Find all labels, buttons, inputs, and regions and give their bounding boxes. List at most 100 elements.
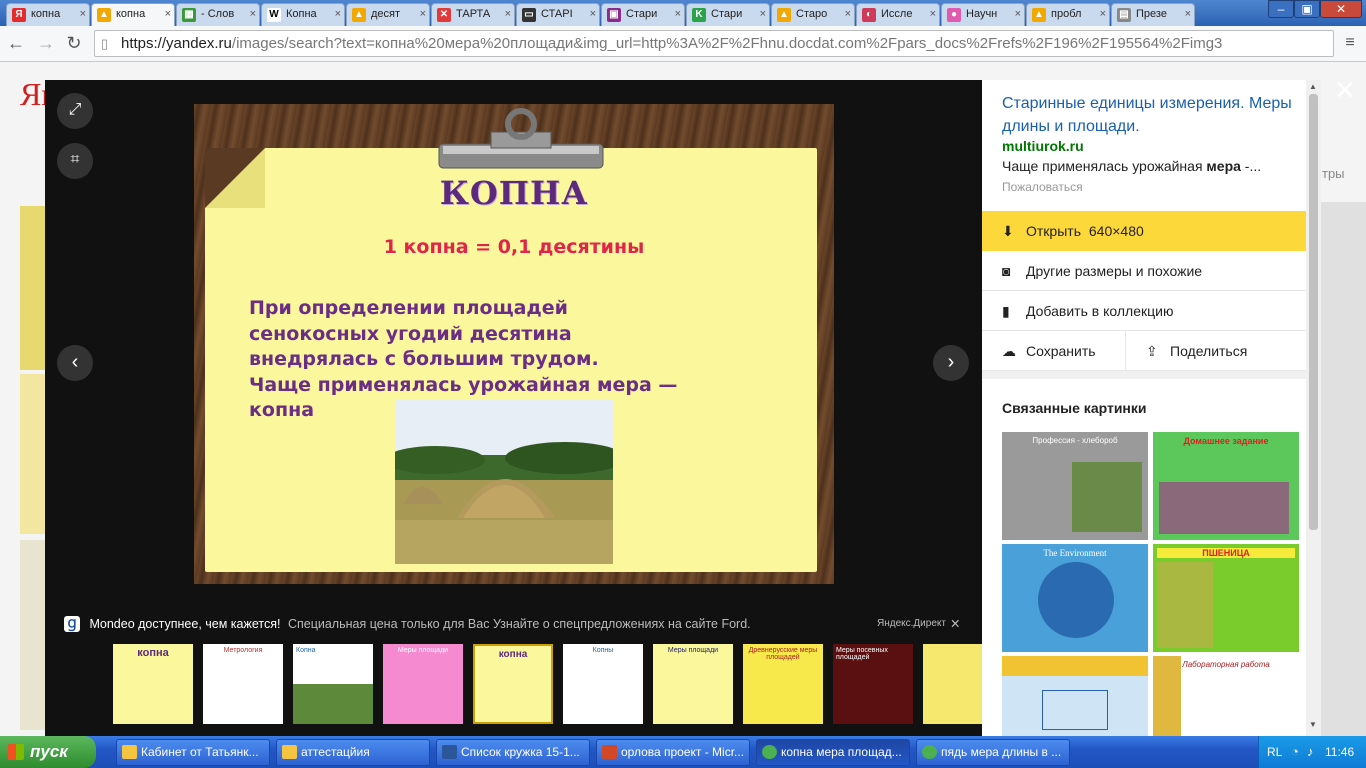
taskbar-item[interactable]: пядь мера длины в ... — [916, 739, 1070, 766]
thumbnail[interactable]: Копны — [563, 644, 643, 724]
browser-tab[interactable]: ▲ пробл × — [1026, 3, 1110, 26]
related-image[interactable]: Профессия - хлебороб — [1002, 432, 1148, 540]
clock[interactable]: 11:46 — [1325, 745, 1354, 759]
tab-close-icon[interactable]: × — [590, 4, 596, 25]
taskbar-item[interactable]: орлова проект - Micr... — [596, 739, 750, 766]
other-sizes-button[interactable]: ◙ Другие размеры и похожие — [982, 251, 1306, 291]
browser-tab-bar: Якопна × ▲ копна × ▦ - Слов × W Копна × ▲ десят × ✕ ТАР… — [0, 0, 1366, 26]
tab-close-icon[interactable]: × — [335, 4, 341, 25]
browser-tab[interactable]: ▲ десят × — [346, 3, 430, 26]
related-image[interactable]: ПШЕНИЦА — [1153, 544, 1299, 652]
tab-close-icon[interactable]: × — [675, 4, 681, 25]
windows-taskbar: пуск Кабинет от Татьянк... аттестацйия С… — [0, 736, 1366, 768]
tab-close-icon[interactable]: × — [505, 4, 511, 25]
taskbar-item-active[interactable]: копна мера площад... — [756, 739, 910, 766]
ad-source[interactable]: Яндекс.Директ — [877, 618, 946, 629]
browser-tab[interactable]: ▲ копна × — [91, 3, 175, 26]
taskbar-item[interactable]: Кабинет от Татьянк... — [116, 739, 270, 766]
taskbar-item[interactable]: Список кружка 15-1... — [436, 739, 590, 766]
language-indicator[interactable]: RL — [1267, 745, 1282, 759]
maximize-button[interactable]: ▣ — [1294, 0, 1320, 18]
thumbnail-selected[interactable]: копна — [473, 644, 553, 724]
next-arrow-icon[interactable]: › — [933, 345, 969, 381]
source-title-link[interactable]: Старинные единицы измерения. Меры длины … — [1002, 92, 1294, 138]
tab-close-icon[interactable]: × — [80, 4, 86, 25]
close-viewer-icon[interactable]: ✕ — [1330, 76, 1360, 106]
related-image[interactable]: Домашнее задание — [1153, 432, 1299, 540]
reload-icon[interactable]: ↻ — [62, 31, 86, 55]
slide-body-line: При определении площадей — [249, 297, 568, 319]
slide-body-line: внедрялась с большим трудом. — [249, 348, 599, 370]
tab-close-icon[interactable]: × — [930, 4, 936, 25]
fullscreen-icon[interactable]: ⤢ — [57, 93, 93, 129]
panel-scrollbar[interactable]: ▲ ▼ — [1306, 80, 1321, 736]
tab-favicon-icon: ▭ — [522, 8, 536, 22]
browser-tab[interactable]: Якопна × — [6, 3, 90, 26]
scroll-thumb[interactable] — [1309, 94, 1318, 530]
browser-tab[interactable]: ▭ СТАРІ × — [516, 3, 600, 26]
thumbnail[interactable]: Меры посевных площадей — [833, 644, 913, 724]
close-window-button[interactable]: ✕ — [1320, 0, 1362, 18]
tab-close-icon[interactable]: × — [420, 4, 426, 25]
browser-tab[interactable]: ▤ Презе × — [1111, 3, 1195, 26]
tab-favicon-icon: Я — [12, 8, 26, 22]
crop-icon[interactable]: ⌗ — [57, 143, 93, 179]
tab-label: Иссле — [881, 8, 913, 20]
taskbar-item[interactable]: аттестацйия — [276, 739, 430, 766]
ad-close-icon[interactable]: ✕ — [950, 616, 960, 631]
tab-label: копна — [116, 8, 146, 20]
related-image[interactable]: Лабораторная работа — [1153, 656, 1299, 736]
scroll-up-icon[interactable]: ▲ — [1309, 82, 1317, 91]
forward-arrow-icon[interactable]: → — [34, 31, 58, 55]
tab-close-icon[interactable]: × — [165, 4, 171, 25]
bg-right-strip — [1321, 202, 1366, 736]
share-button[interactable]: ⇪ Поделиться — [1126, 331, 1306, 371]
back-arrow-icon[interactable]: ← — [4, 31, 28, 55]
slide-title: КОПНА — [439, 174, 589, 212]
save-button[interactable]: ☁ Сохранить — [982, 331, 1126, 371]
open-button[interactable]: ⬇ Открыть 640×480 — [982, 211, 1306, 251]
url-input[interactable]: ▯ https://yandex.ru/images/search?text=к… — [94, 30, 1334, 57]
add-collection-button[interactable]: ▮ Добавить в коллекцию — [982, 291, 1306, 331]
related-image[interactable] — [1002, 656, 1148, 736]
tab-close-icon[interactable]: × — [1185, 4, 1191, 25]
thumbnail[interactable] — [923, 644, 982, 724]
url-path: /images/search?text=копна%20мера%20площа… — [231, 35, 1223, 52]
browser-tab[interactable]: W Копна × — [261, 3, 345, 26]
related-image[interactable]: The Environment — [1002, 544, 1148, 652]
thumbnail[interactable]: Древнерусские меры площадей — [743, 644, 823, 724]
browser-tab[interactable]: ◐ Иссле × — [856, 3, 940, 26]
ad-banner[interactable]: Ɡ Mondeo доступнее, чем кажется! Специал… — [64, 616, 964, 634]
browser-tab[interactable]: K Стари × — [686, 3, 770, 26]
browser-tab[interactable]: ▦ - Слов × — [176, 3, 260, 26]
thumbnail[interactable]: Метрология — [203, 644, 283, 724]
browser-tab[interactable]: ▣ Стари × — [601, 3, 685, 26]
ad-headline[interactable]: Mondeo доступнее, чем кажется! — [89, 617, 280, 631]
tray-icon[interactable]: ◔ — [1291, 744, 1299, 759]
tray-icon[interactable]: ♪ — [1307, 744, 1314, 759]
start-button[interactable]: пуск — [0, 736, 96, 768]
thumbnail[interactable]: копна — [113, 644, 193, 724]
tab-close-icon[interactable]: × — [760, 4, 766, 25]
source-site-link[interactable]: multiurok.ru — [1002, 138, 1084, 154]
tab-close-icon[interactable]: × — [1100, 4, 1106, 25]
folder-icon — [122, 745, 137, 759]
prev-arrow-icon[interactable]: ‹ — [57, 345, 93, 381]
tab-favicon-icon: ▲ — [777, 8, 791, 22]
browser-tab[interactable]: ▲ Старо × — [771, 3, 855, 26]
minimize-button[interactable]: – — [1268, 0, 1294, 18]
browser-tab[interactable]: ● Научн × — [941, 3, 1025, 26]
thumbnail[interactable]: Копна — [293, 644, 373, 724]
menu-icon[interactable]: ≡ — [1338, 31, 1362, 55]
tab-close-icon[interactable]: × — [845, 4, 851, 25]
complain-link[interactable]: Пожаловаться — [1002, 180, 1083, 194]
thumbnail[interactable]: Меры площади — [653, 644, 733, 724]
scroll-down-icon[interactable]: ▼ — [1309, 720, 1317, 729]
bookmark-icon: ▮ — [1002, 303, 1010, 319]
thumbnail[interactable]: Меры площади — [383, 644, 463, 724]
page-icon: ▯ — [101, 36, 109, 51]
tab-close-icon[interactable]: × — [1015, 4, 1021, 25]
tab-close-icon[interactable]: × — [250, 4, 256, 25]
tab-label: Научн — [966, 8, 998, 20]
browser-tab[interactable]: ✕ ТАРТА × — [431, 3, 515, 26]
